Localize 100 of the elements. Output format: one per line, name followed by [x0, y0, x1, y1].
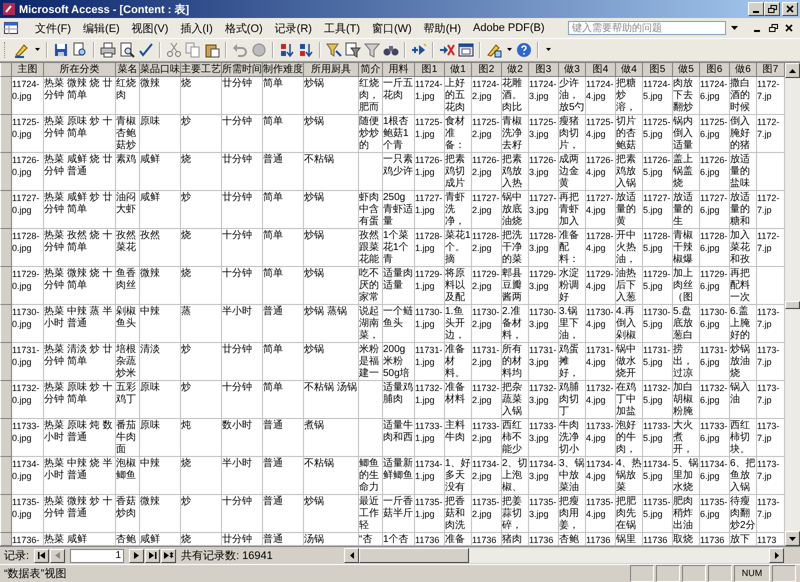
new-record-icon[interactable]	[411, 42, 427, 58]
paste-icon[interactable]	[204, 42, 220, 58]
filter-icon[interactable]	[364, 42, 380, 58]
row-selector[interactable]	[0, 229, 12, 267]
close-icon[interactable]	[785, 24, 793, 32]
table-cell: 烧	[181, 267, 222, 305]
column-header[interactable]: 制作难度	[263, 63, 304, 77]
column-header[interactable]: 所用厨具	[304, 63, 359, 77]
table-cell: 适量牛肉和西	[383, 419, 415, 457]
print-icon[interactable]	[100, 42, 116, 58]
row-selector[interactable]	[0, 495, 12, 533]
first-record-icon[interactable]	[38, 552, 46, 559]
column-header[interactable]: 图6	[700, 63, 730, 77]
table-cell: 1根杏鲍菇1个青	[383, 115, 415, 153]
sort-descending-icon[interactable]	[298, 42, 314, 58]
column-header[interactable]: 做3	[559, 63, 586, 77]
menu-item[interactable]: 帮助(H)	[418, 20, 466, 36]
table-cell: 汤锅	[304, 533, 359, 546]
table-cell: 在鸡丁中加盐	[616, 381, 643, 419]
menu-item[interactable]: 窗口(W)	[367, 20, 417, 36]
row-selector[interactable]	[0, 343, 12, 381]
new-object-icon[interactable]	[486, 42, 502, 58]
column-header[interactable]: 做4	[616, 63, 643, 77]
column-header[interactable]: 做2	[502, 63, 529, 77]
column-header[interactable]: 主图	[12, 63, 44, 77]
row-selector[interactable]	[0, 115, 12, 153]
minimize-button[interactable]	[748, 2, 764, 16]
table-cell: 11727-4.jpg	[586, 191, 616, 229]
column-header[interactable]: 所需时间	[222, 63, 263, 77]
row-selector[interactable]	[0, 153, 12, 191]
help-question-field[interactable]: 键入需要帮助的问题	[568, 21, 726, 35]
table-cell: 11733-5.jpg	[643, 419, 673, 457]
column-header[interactable]: 用料	[383, 63, 415, 77]
column-header[interactable]: 简介	[359, 63, 383, 77]
column-header[interactable]: 图7	[757, 63, 785, 77]
table-cell: 炒锅	[304, 115, 359, 153]
menu-item[interactable]: 格式(O)	[220, 20, 268, 36]
table-cell	[359, 419, 383, 457]
cut-icon[interactable]	[166, 42, 182, 58]
column-header[interactable]: 所在分类	[44, 63, 116, 77]
spelling-icon[interactable]	[138, 42, 154, 58]
select-all-button[interactable]	[0, 63, 12, 77]
scrollbar-thumb[interactable]	[359, 548, 469, 563]
save-icon[interactable]	[53, 42, 69, 58]
table-cell: 11732-4.jpg	[586, 381, 616, 419]
menu-item[interactable]: 记录(R)	[270, 20, 317, 36]
table-cell: 炒锅	[304, 343, 359, 381]
restore-button[interactable]	[764, 2, 780, 16]
column-header[interactable]: 图5	[643, 63, 673, 77]
database-window-icon[interactable]	[458, 42, 474, 58]
row-selector[interactable]	[0, 191, 12, 229]
table-cell: 11732-1.jpg	[415, 381, 445, 419]
design-view-icon[interactable]	[14, 42, 30, 58]
table-cell: 咸鲜	[140, 533, 181, 546]
column-header[interactable]: 做5	[673, 63, 700, 77]
table-cell: 11726-1.jpg	[415, 153, 445, 191]
row-selector[interactable]	[0, 533, 12, 546]
new-record-icon[interactable]	[164, 552, 174, 559]
scrollbar-thumb[interactable]	[785, 300, 800, 308]
delete-record-icon[interactable]	[439, 42, 455, 58]
restore-icon[interactable]	[768, 24, 778, 32]
dropdown-caret-icon[interactable]	[731, 26, 738, 30]
file-search-icon[interactable]	[72, 42, 88, 58]
column-header[interactable]: 菜品口味	[140, 63, 181, 77]
last-record-icon[interactable]	[148, 552, 157, 559]
table-cell: 原味	[140, 381, 181, 419]
vertical-scrollbar[interactable]	[785, 63, 800, 546]
column-header[interactable]: 做6	[730, 63, 757, 77]
row-selector[interactable]	[0, 267, 12, 305]
table-cell: 炒锅	[304, 191, 359, 229]
column-header[interactable]: 做1	[445, 63, 472, 77]
horizontal-scrollbar[interactable]	[344, 548, 784, 563]
menu-item[interactable]: Adobe PDF(B)	[468, 21, 550, 35]
column-header[interactable]: 主要工艺	[181, 63, 222, 77]
filter-selection-icon[interactable]	[326, 42, 342, 58]
print-preview-icon[interactable]	[119, 42, 135, 58]
menu-item[interactable]: 文件(F)	[30, 20, 76, 36]
next-record-icon[interactable]	[134, 552, 140, 559]
row-selector[interactable]	[0, 77, 12, 115]
menu-item[interactable]: 工具(T)	[318, 20, 365, 36]
filter-form-icon[interactable]	[345, 42, 361, 58]
record-number-field[interactable]: 1	[70, 548, 124, 562]
close-button[interactable]	[782, 2, 798, 16]
row-selector[interactable]	[0, 419, 12, 457]
menu-item[interactable]: 视图(V)	[126, 20, 174, 36]
column-header[interactable]: 图2	[472, 63, 502, 77]
row-selector[interactable]	[0, 457, 12, 495]
datasheet-icon[interactable]	[4, 22, 18, 34]
column-header[interactable]: 图3	[529, 63, 559, 77]
row-selector[interactable]	[0, 305, 12, 343]
column-header[interactable]: 菜名	[116, 63, 140, 77]
column-header[interactable]: 图4	[586, 63, 616, 77]
status-panel	[630, 565, 654, 582]
menu-item[interactable]: 编辑(E)	[78, 20, 125, 36]
help-icon[interactable]	[516, 42, 532, 58]
table-cell: 锅里	[616, 533, 643, 546]
menu-item[interactable]: 插入(I)	[175, 20, 218, 36]
row-selector[interactable]	[0, 381, 12, 419]
sort-ascending-icon[interactable]	[279, 42, 295, 58]
column-header[interactable]: 图1	[415, 63, 445, 77]
